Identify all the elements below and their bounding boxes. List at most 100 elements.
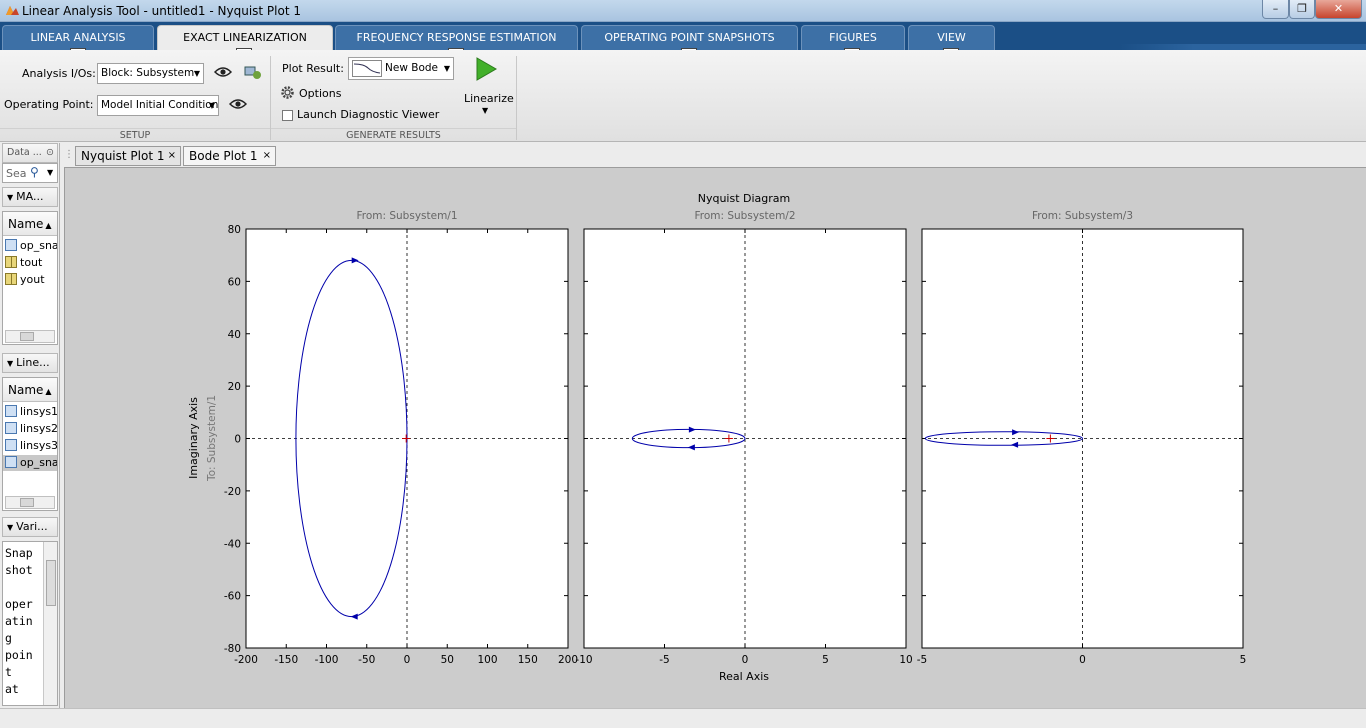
- y-tick-label: 60: [228, 276, 241, 288]
- chevron-down-icon: ▼: [208, 101, 215, 110]
- search-placeholder: Sea: [6, 167, 27, 180]
- list-item-label: yout: [20, 273, 45, 286]
- tab-view[interactable]: VIEW: [908, 25, 995, 50]
- sort-ascending-icon: ▲: [45, 387, 52, 396]
- close-button[interactable]: ✕: [1315, 0, 1362, 19]
- matlab-workspace-header[interactable]: ▼ MA...: [2, 187, 58, 207]
- name-column-header[interactable]: Name ▲: [3, 378, 57, 402]
- scrollbar-thumb[interactable]: [20, 498, 34, 507]
- collapse-icon: ▼: [7, 523, 14, 532]
- model-icon: [5, 439, 17, 451]
- ribbon-toolstrip: Analysis I/Os: Block: Subsystem ▼ Operati…: [0, 50, 1366, 142]
- matlab-workspace-title: MA...: [16, 190, 44, 203]
- y-tick-label: 20: [228, 381, 241, 393]
- chart-panels: From: Subsystem/1-200 -150 -100 -50 0 50 100 15…: [224, 210, 1247, 666]
- title-bar: Linear Analysis Tool - untitled1 - Nyqui…: [0, 0, 1366, 22]
- tab-operating-point-snapshots[interactable]: OPERATING POINT SNAPSHOTS: [581, 25, 798, 50]
- y-axis-sublabel: To: Subsystem/1: [206, 395, 218, 482]
- list-item-label: op_sna: [20, 239, 58, 252]
- eye-icon[interactable]: [229, 98, 247, 110]
- collapse-icon: ▼: [7, 193, 14, 202]
- list-item[interactable]: tout: [5, 255, 42, 271]
- eye-icon[interactable]: [214, 66, 232, 78]
- tab-bode-plot-1[interactable]: Bode Plot 1 ×: [183, 146, 276, 166]
- launch-diagnostic-checkbox[interactable]: [282, 110, 293, 121]
- data-browser-header: Data ... ⊙: [2, 143, 58, 163]
- name-column-header[interactable]: Name ▲: [3, 212, 57, 236]
- y-tick-label: -20: [224, 486, 241, 498]
- tab-figures[interactable]: FIGURES: [801, 25, 905, 50]
- matrix-icon: [5, 256, 17, 268]
- linear-workspace-title: Line...: [16, 356, 50, 369]
- plot-result-dropdown[interactable]: New Bode ▼: [348, 57, 454, 80]
- ribbon-tab-bar: LINEAR ANALYSIS EXACT LINEARIZATION FREQ…: [0, 22, 1366, 77]
- setup-group-label: SETUP: [0, 128, 270, 142]
- x-tick-label: 0: [1079, 654, 1086, 666]
- preview-line: poin: [5, 648, 33, 662]
- list-item-selected[interactable]: op_sna: [3, 455, 57, 471]
- launch-diagnostic-label: Launch Diagnostic Viewer: [297, 108, 440, 121]
- y-tick-label: -60: [224, 591, 241, 603]
- tab-frequency-response-estimation[interactable]: FREQUENCY RESPONSE ESTIMATION: [335, 25, 578, 50]
- list-item-label: linsys2: [20, 422, 58, 435]
- analysis-io-value: Block: Subsystem: [101, 67, 195, 79]
- list-item[interactable]: linsys3: [5, 438, 57, 454]
- search-icon[interactable]: ⚲: [30, 165, 39, 179]
- x-tick-label: 5: [1240, 654, 1247, 666]
- scrollbar-thumb[interactable]: [46, 560, 56, 606]
- preview-line: oper: [5, 597, 33, 611]
- options-button[interactable]: Options: [299, 87, 341, 100]
- nyquist-chart[interactable]: Nyquist Diagram Real Axis Imaginary Axis…: [65, 168, 1366, 709]
- variable-preview-text: Snap shot oper atin g poin t at: [2, 541, 58, 706]
- x-tick-label: 100: [477, 654, 497, 666]
- play-icon[interactable]: [474, 56, 498, 82]
- linearize-button[interactable]: Linearize: [464, 92, 514, 105]
- drag-handle-icon[interactable]: ⋮: [64, 149, 74, 160]
- tab-label: Bode Plot 1: [189, 149, 258, 163]
- linear-workspace-header[interactable]: ▼ Line...: [2, 353, 58, 373]
- edit-io-icon[interactable]: [243, 63, 263, 81]
- x-tick-label: -5: [917, 654, 927, 666]
- list-item-label: tout: [20, 256, 43, 269]
- panel-title: From: Subsystem/1: [356, 210, 457, 222]
- figure-canvas[interactable]: Nyquist Diagram Real Axis Imaginary Axis…: [64, 167, 1366, 708]
- close-tab-icon[interactable]: ×: [168, 147, 176, 165]
- list-item[interactable]: yout: [5, 272, 45, 288]
- variable-preview-header[interactable]: ▼ Vari...: [2, 517, 58, 537]
- vertical-scrollbar[interactable]: [43, 542, 57, 705]
- window-title: Linear Analysis Tool - untitled1 - Nyqui…: [22, 4, 301, 18]
- horizontal-scrollbar[interactable]: [5, 330, 55, 343]
- plot-result-value: New Bode: [385, 62, 438, 74]
- data-browser-panel: Data ... ⊙ Sea ⚲ ▼ ▼ MA... Name ▲ op_sna to…: [0, 143, 60, 708]
- scrollbar-thumb[interactable]: [20, 332, 34, 341]
- list-item[interactable]: linsys1: [5, 404, 57, 420]
- tab-exact-linearization[interactable]: EXACT LINEARIZATION: [157, 25, 333, 50]
- x-axis-label: Real Axis: [719, 670, 769, 683]
- horizontal-scrollbar[interactable]: [5, 496, 55, 509]
- search-field[interactable]: Sea ⚲ ▼: [2, 163, 58, 183]
- collapse-icon: ▼: [7, 359, 14, 368]
- x-tick-label: 50: [441, 654, 454, 666]
- operating-point-dropdown[interactable]: Model Initial Condition ▼: [97, 95, 219, 116]
- close-tab-icon[interactable]: ×: [263, 147, 271, 165]
- x-tick-label: -10: [575, 654, 592, 666]
- chevron-down-icon[interactable]: ▼: [482, 106, 488, 115]
- list-item[interactable]: linsys2: [5, 421, 58, 437]
- maximize-button[interactable]: ❐: [1289, 0, 1315, 19]
- x-tick-label: -5: [659, 654, 669, 666]
- chevron-down-icon[interactable]: ⊙: [46, 144, 54, 162]
- x-tick-label: -50: [358, 654, 375, 666]
- tab-linear-analysis[interactable]: LINEAR ANALYSIS: [2, 25, 154, 50]
- model-icon: [5, 422, 17, 434]
- chevron-down-icon[interactable]: ▼: [47, 168, 53, 177]
- analysis-io-dropdown[interactable]: Block: Subsystem ▼: [97, 63, 204, 84]
- list-item[interactable]: op_sna: [5, 238, 58, 254]
- plot-result-label: Plot Result:: [282, 62, 344, 75]
- minimize-button[interactable]: –: [1262, 0, 1289, 19]
- y-tick-label: 40: [228, 329, 241, 341]
- tab-nyquist-plot-1[interactable]: Nyquist Plot 1 ×: [75, 146, 181, 166]
- x-tick-label: 5: [822, 654, 829, 666]
- matrix-icon: [5, 273, 17, 285]
- x-tick-label: 0: [742, 654, 749, 666]
- data-browser-title: Data ...: [7, 147, 42, 158]
